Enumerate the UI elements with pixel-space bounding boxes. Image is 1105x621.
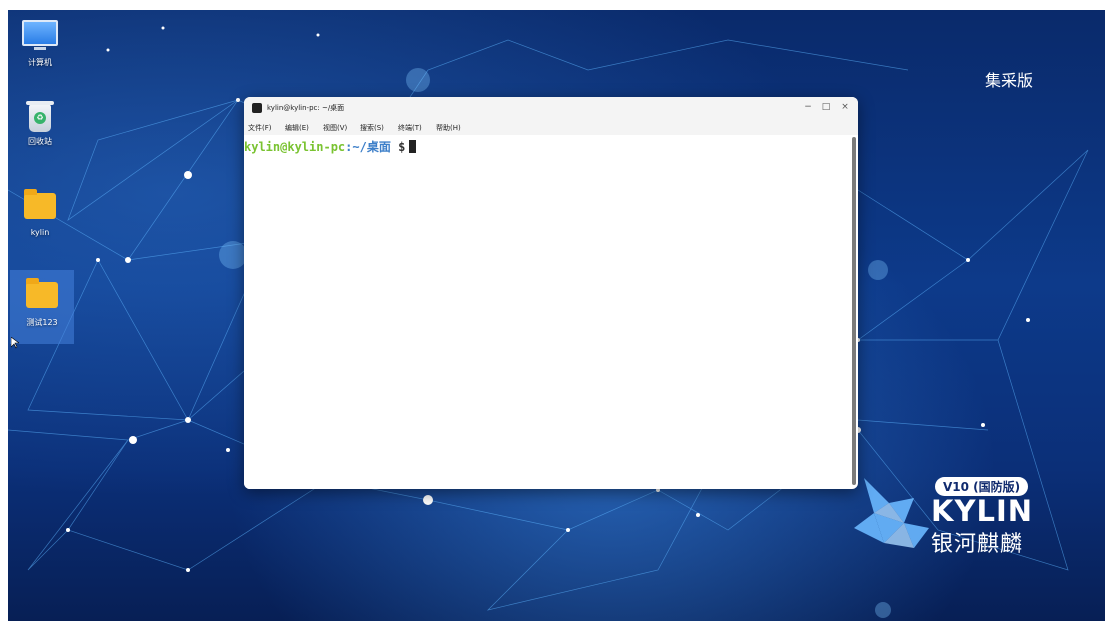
menu-search[interactable]: 搜索(S): [360, 123, 384, 133]
window-title: kylin@kylin-pc: ~/桌面: [267, 104, 345, 112]
kylin-logo: V10 (国防版) KYLIN 银河麒麟: [844, 468, 1064, 558]
menu-help[interactable]: 帮助(H): [436, 123, 461, 133]
edition-label: 集采版: [984, 71, 1033, 90]
computer-icon: [22, 20, 58, 50]
menu-view[interactable]: 视图(V): [323, 123, 347, 133]
trash-icon: ♻: [26, 101, 54, 132]
maximize-button[interactable]: □: [820, 101, 832, 113]
menu-edit[interactable]: 编辑(E): [285, 123, 309, 133]
menu-terminal[interactable]: 终端(T): [398, 123, 422, 133]
desktop-icon-label: 计算机: [28, 58, 52, 67]
text-cursor: [409, 140, 417, 153]
desktop-icon-trash[interactable]: ♻ 回收站: [8, 101, 72, 164]
logo-brand: KYLIN: [931, 494, 1034, 528]
desktop-icon-label: 回收站: [28, 137, 52, 146]
prompt-user-host: kylin@kylin-pc: [244, 140, 346, 154]
terminal-icon: [252, 103, 262, 113]
terminal-window[interactable]: kylin@kylin-pc: ~/桌面 − □ × 文件(F) 编辑(E) 视…: [244, 97, 858, 489]
mouse-pointer-icon: [11, 337, 19, 349]
desktop-icon-folder-test123[interactable]: 测试123: [10, 270, 74, 344]
shell-prompt: kylin@kylin-pc:~/桌面 $: [244, 138, 417, 155]
menu-bar: 文件(F) 编辑(E) 视图(V) 搜索(S) 终端(T) 帮助(H): [244, 119, 858, 135]
desktop-icon-computer[interactable]: 计算机: [8, 20, 72, 80]
minimize-button[interactable]: −: [802, 101, 814, 113]
menu-file[interactable]: 文件(F): [248, 123, 272, 133]
folder-icon: [26, 278, 58, 308]
desktop-icon-label: kylin: [30, 228, 50, 237]
terminal-titlebar[interactable]: kylin@kylin-pc: ~/桌面 − □ ×: [244, 97, 858, 119]
logo-brand-cn: 银河麒麟: [931, 532, 1024, 557]
scrollbar[interactable]: [852, 137, 856, 485]
desktop-icon-label: 测试123: [26, 318, 58, 327]
desktop-icon-folder-kylin[interactable]: kylin: [8, 189, 72, 253]
folder-icon: [24, 189, 56, 219]
prompt-symbol: $: [398, 140, 406, 154]
prompt-path: ~/桌面: [352, 140, 391, 154]
close-button[interactable]: ×: [839, 101, 851, 113]
terminal-output[interactable]: kylin@kylin-pc:~/桌面 $: [244, 135, 850, 489]
